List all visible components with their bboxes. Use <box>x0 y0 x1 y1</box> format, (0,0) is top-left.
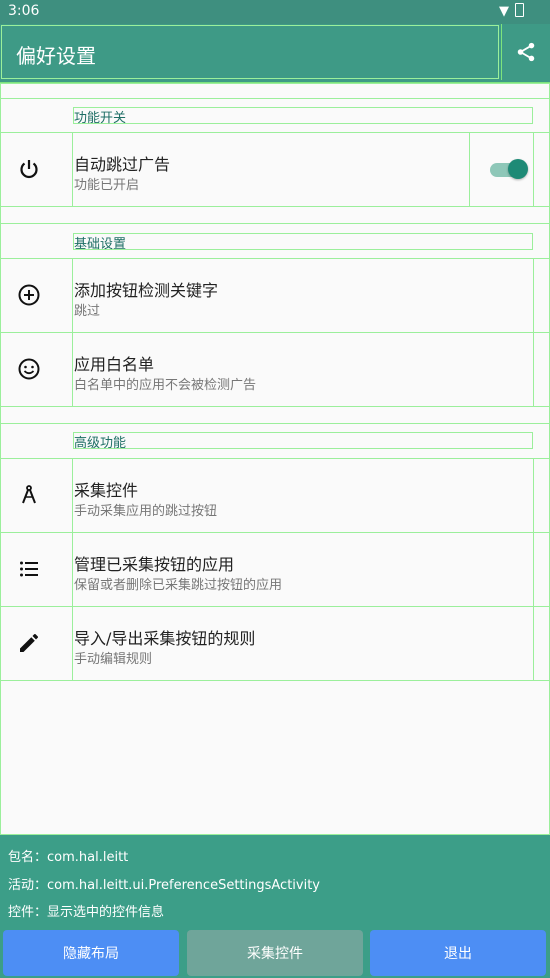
item-title: 自动跳过广告 <box>74 155 171 174</box>
category-title: 高级功能 <box>74 436 127 451</box>
item-summary: 功能已开启 <box>74 178 140 193</box>
category-title: 基础设置 <box>74 237 127 252</box>
auto-skip-toggle[interactable] <box>486 157 530 183</box>
status-time: 3:06 <box>8 3 40 19</box>
preference-list[interactable]: 功能开关 自动跳过广告 功能已开启 基础设置 添加按钮检测关键字 跳过 应用白名… <box>0 83 550 835</box>
status-bar: 3:06 ▼ <box>0 0 550 24</box>
status-icons: ▼ <box>499 3 524 19</box>
item-title: 管理已采集按钮的应用 <box>74 555 235 574</box>
item-summary: 手动采集应用的跳过按钮 <box>74 504 218 519</box>
item-summary: 白名单中的应用不会被检测广告 <box>74 378 257 393</box>
compass-icon <box>16 482 42 508</box>
category-title-bounds <box>73 432 533 449</box>
add-circle-icon <box>16 282 42 308</box>
share-button[interactable] <box>501 24 550 80</box>
toggle-knob <box>508 159 528 179</box>
activity-name: 活动：com.hal.leitt.ui.PreferenceSettingsAc… <box>8 878 321 893</box>
item-title: 添加按钮检测关键字 <box>74 281 219 300</box>
power-icon <box>16 156 42 182</box>
item-text-area <box>72 458 534 533</box>
page-title: 偏好设置 <box>16 44 96 68</box>
smiley-icon <box>16 356 42 382</box>
category-title: 功能开关 <box>74 111 127 126</box>
item-summary: 手动编辑规则 <box>74 652 153 667</box>
item-title: 应用白名单 <box>74 355 155 374</box>
item-summary: 跳过 <box>74 304 101 319</box>
battery-icon <box>515 3 524 17</box>
item-title: 导入/导出采集按钮的规则 <box>74 629 256 648</box>
item-summary: 保留或者删除已采集跳过按钮的应用 <box>74 578 283 593</box>
exit-button[interactable]: 退出 <box>370 930 546 976</box>
share-icon <box>517 42 535 62</box>
collect-widget-button[interactable]: 采集控件 <box>187 930 363 976</box>
inspector-panel: 包名：com.hal.leitt 活动：com.hal.leitt.ui.Pre… <box>0 835 550 978</box>
item-title: 采集控件 <box>74 481 139 500</box>
pencil-icon <box>16 630 42 656</box>
widget-info: 控件：显示选中的控件信息 <box>8 905 165 920</box>
app-bar: 偏好设置 <box>0 24 550 83</box>
package-name: 包名：com.hal.leitt <box>8 850 129 865</box>
hide-layout-button[interactable]: 隐藏布局 <box>3 930 179 976</box>
category-title-bounds <box>73 107 533 124</box>
list-icon <box>16 556 42 582</box>
category-title-bounds <box>73 233 533 250</box>
wifi-icon: ▼ <box>499 4 509 19</box>
